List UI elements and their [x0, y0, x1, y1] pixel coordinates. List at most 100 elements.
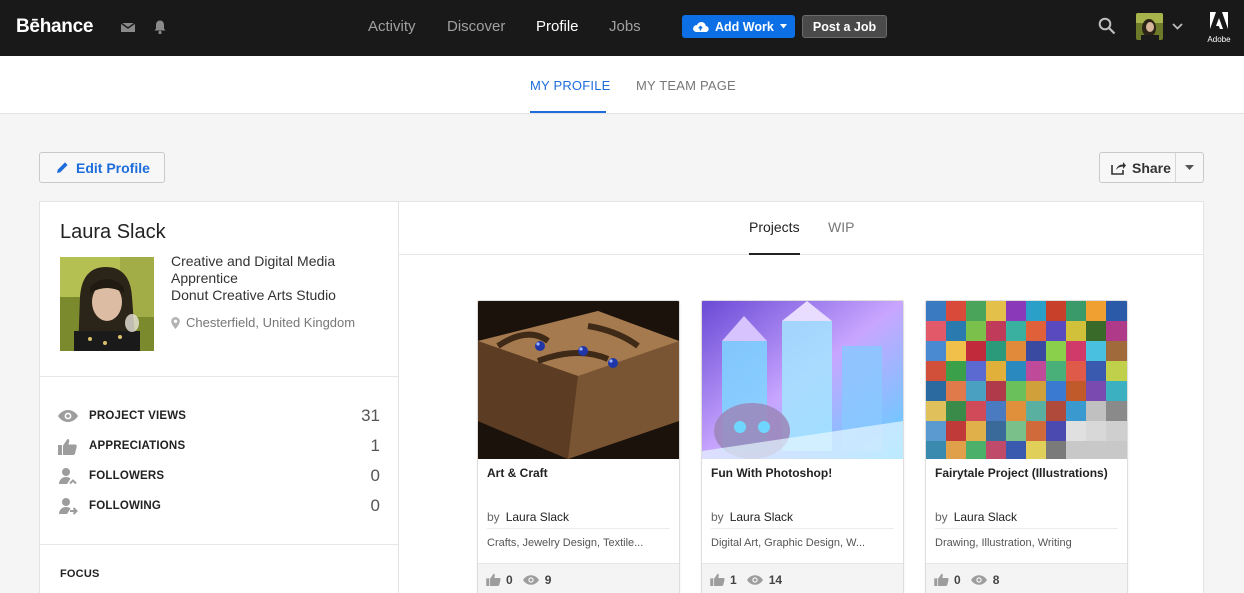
stat-label: FOLLOWERS — [89, 470, 165, 482]
edit-profile-button[interactable]: Edit Profile — [39, 152, 165, 183]
stat-value: 1 — [370, 436, 380, 455]
nav-discover[interactable]: Discover — [447, 18, 505, 35]
profile-location[interactable]: Chesterfield, United Kingdom — [171, 315, 355, 330]
tab-projects[interactable]: Projects — [749, 219, 800, 235]
divider — [40, 376, 398, 377]
top-navigation-bar: Bēhance Activity Discover Profile Jobs A… — [0, 0, 1244, 56]
eye-icon — [746, 574, 763, 585]
by-label: by — [711, 510, 724, 524]
project-cover-image[interactable] — [926, 301, 1127, 459]
profile-occupation: Creative and Digital Media Apprentice — [171, 253, 336, 286]
thumbs-up-icon — [486, 573, 501, 586]
project-owner: by Laura Slack — [711, 510, 793, 524]
project-author[interactable]: Laura Slack — [730, 510, 793, 524]
user-avatar[interactable] — [1136, 13, 1163, 40]
view-count: 8 — [992, 572, 1000, 587]
cloud-upload-icon — [693, 21, 709, 32]
bell-icon[interactable] — [152, 19, 170, 37]
stat-project-views: PROJECT VIEWS 31 — [58, 404, 380, 428]
by-label: by — [935, 510, 948, 524]
project-author[interactable]: Laura Slack — [954, 510, 1017, 524]
share-dropdown-toggle[interactable] — [1176, 165, 1203, 170]
by-label: by — [487, 510, 500, 524]
share-button[interactable]: Share — [1099, 152, 1204, 183]
project-fields[interactable]: Crafts, Jewelry Design, Textile... — [487, 537, 670, 549]
project-title[interactable]: Fun With Photoshop! — [711, 466, 832, 480]
caret-down-icon — [779, 24, 787, 29]
share-icon — [1111, 161, 1126, 175]
share-label: Share — [1132, 159, 1171, 176]
thumbs-up-icon — [58, 436, 82, 456]
view-count: 14 — [768, 572, 783, 587]
follower-icon — [58, 466, 82, 486]
behance-logo[interactable]: Bēhance — [16, 16, 93, 38]
project-stats: 0 8 — [926, 563, 1127, 593]
adobe-logo[interactable]: Adobe — [1204, 12, 1234, 44]
edit-profile-label: Edit Profile — [76, 159, 150, 176]
profile-company[interactable]: Donut Creative Arts Studio — [171, 287, 336, 303]
search-icon[interactable] — [1098, 17, 1116, 35]
project-card[interactable]: Art & Craft by Laura Slack Crafts, Jewelr… — [477, 300, 680, 593]
nav-profile[interactable]: Profile — [536, 18, 579, 35]
stat-value: 0 — [370, 466, 380, 485]
stat-followers: FOLLOWERS 0 — [58, 464, 380, 488]
active-tab-indicator — [749, 253, 800, 255]
eye-icon — [58, 406, 82, 426]
add-work-label: Add Work — [715, 19, 774, 34]
profile-sub-navigation: MY PROFILE MY TEAM PAGE — [0, 56, 1244, 114]
nav-activity[interactable]: Activity — [368, 18, 416, 35]
appreciation-count: 0 — [506, 572, 513, 587]
mail-icon[interactable] — [120, 19, 138, 37]
projects-panel: Projects WIP Art & Craft by Laura Slack C… — [399, 201, 1204, 593]
add-work-button[interactable]: Add Work — [682, 15, 795, 38]
project-cover-image[interactable] — [478, 301, 679, 459]
project-stats: 1 14 — [702, 563, 903, 593]
project-stats: 0 9 — [478, 563, 679, 593]
pencil-icon — [57, 162, 68, 173]
divider — [40, 544, 398, 545]
project-author[interactable]: Laura Slack — [506, 510, 569, 524]
appreciation-count: 0 — [954, 572, 961, 587]
stat-label: APPRECIATIONS — [89, 440, 186, 452]
stat-value: 31 — [361, 406, 380, 425]
divider — [711, 528, 894, 529]
stat-appreciations: APPRECIATIONS 1 — [58, 434, 380, 458]
tab-my-profile[interactable]: MY PROFILE — [530, 78, 611, 93]
divider — [935, 528, 1118, 529]
stat-value: 0 — [370, 496, 380, 515]
project-owner: by Laura Slack — [935, 510, 1017, 524]
project-card[interactable]: Fairytale Project (Illustrations) by Laur… — [925, 300, 1128, 593]
project-owner: by Laura Slack — [487, 510, 569, 524]
following-icon — [58, 496, 82, 516]
tab-my-team-page[interactable]: MY TEAM PAGE — [636, 78, 736, 93]
stat-label: FOLLOWING — [89, 500, 162, 512]
post-a-job-button[interactable]: Post a Job — [802, 15, 887, 38]
profile-sidebar: Laura Slack Creative and Digital Media A… — [39, 201, 399, 593]
profile-photo — [60, 257, 154, 351]
adobe-label: Adobe — [1207, 35, 1231, 44]
project-card[interactable]: Fun With Photoshop! by Laura Slack Digita… — [701, 300, 904, 593]
thumbs-up-icon — [710, 573, 725, 586]
active-tab-indicator — [530, 111, 606, 113]
divider — [399, 254, 1204, 255]
location-pin-icon — [171, 316, 180, 329]
eye-icon — [522, 574, 539, 585]
project-fields[interactable]: Drawing, Illustration, Writing — [935, 537, 1118, 549]
view-count: 9 — [544, 572, 552, 587]
nav-jobs[interactable]: Jobs — [609, 18, 641, 35]
eye-icon — [970, 574, 987, 585]
project-fields[interactable]: Digital Art, Graphic Design, W... — [711, 537, 894, 549]
thumbs-up-icon — [934, 573, 949, 586]
chevron-down-icon[interactable] — [1171, 20, 1189, 38]
profile-name[interactable]: Laura Slack — [60, 221, 166, 244]
project-title[interactable]: Art & Craft — [487, 466, 548, 480]
location-label: Chesterfield, United Kingdom — [186, 315, 356, 330]
tab-wip[interactable]: WIP — [828, 219, 854, 235]
caret-down-icon — [1185, 165, 1194, 170]
stat-following: FOLLOWING 0 — [58, 494, 380, 518]
appreciation-count: 1 — [730, 572, 737, 587]
focus-heading: FOCUS — [60, 568, 100, 580]
divider — [487, 528, 670, 529]
project-title[interactable]: Fairytale Project (Illustrations) — [935, 466, 1108, 480]
project-cover-image[interactable] — [702, 301, 903, 459]
